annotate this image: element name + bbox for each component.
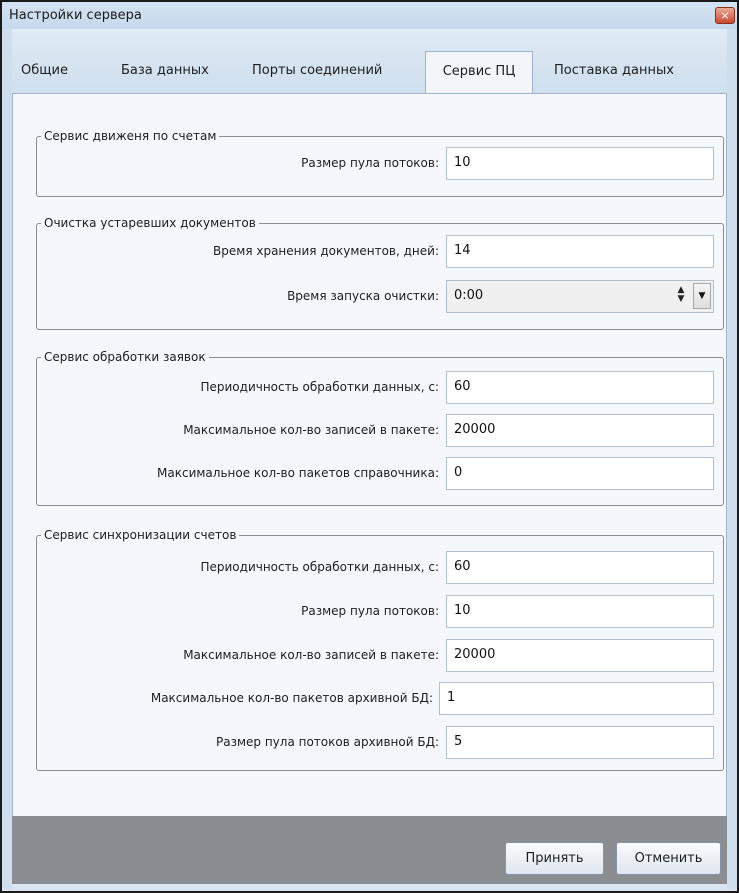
max-records-input[interactable]: 20000	[446, 414, 714, 447]
cleanup-start-time-input[interactable]: 0:00 ▲ ▼ ▼	[446, 280, 714, 313]
group-cleanup: Очистка устаревших документов Время хран…	[36, 215, 724, 330]
period-label: Периодичность обработки данных, с:	[200, 560, 439, 574]
period-input[interactable]: 60	[446, 371, 714, 404]
max-records-input[interactable]: 20000	[446, 639, 714, 672]
tab-connection-ports[interactable]: Порты соединений	[252, 54, 382, 92]
max-packets-input[interactable]: 0	[446, 457, 714, 490]
group-requests: Сервис обработки заявок Периодичность об…	[36, 349, 724, 506]
cleanup-start-time-label: Время запуска очистки:	[287, 289, 439, 303]
period-label: Периодичность обработки данных, с:	[200, 380, 439, 394]
apply-button[interactable]: Принять	[505, 842, 604, 875]
close-icon[interactable]: ×	[715, 7, 735, 24]
archive-pool-size-input[interactable]: 5	[446, 726, 714, 759]
window-frame-left	[2, 29, 12, 889]
period-input[interactable]: 60	[446, 551, 714, 584]
cleanup-start-time-value: 0:00	[454, 288, 484, 303]
group-title: Сервис синхронизации счетов	[41, 527, 240, 543]
retention-days-label: Время хранения документов, дней:	[213, 244, 439, 258]
pool-size-label: Размер пула потоков:	[301, 156, 439, 170]
server-settings-dialog: Настройки сервера × Общие База данных По…	[0, 0, 739, 893]
window-title: Настройки сервера	[9, 8, 142, 23]
tab-strip: Общие База данных Порты соединений Серви…	[12, 29, 727, 93]
pool-size-label: Размер пула потоков:	[301, 604, 439, 618]
tab-data-supply[interactable]: Поставка данных	[554, 54, 674, 92]
window-frame-right	[727, 29, 737, 889]
group-title: Очистка устаревших документов	[41, 215, 259, 231]
max-archive-packets-input[interactable]: 1	[439, 682, 714, 715]
archive-pool-size-label: Размер пула потоков архивной БД:	[215, 735, 439, 749]
tab-database[interactable]: База данных	[121, 54, 209, 92]
cancel-button[interactable]: Отменить	[616, 842, 721, 875]
group-title: Сервис обработки заявок	[41, 349, 209, 365]
dialog-button-bar: Принять Отменить	[12, 816, 727, 884]
pool-size-input[interactable]: 10	[446, 147, 714, 180]
title-bar[interactable]: Настройки сервера ×	[2, 2, 737, 30]
tab-pc-service[interactable]: Сервис ПЦ	[425, 51, 533, 93]
spin-updown-icon[interactable]: ▲ ▼	[675, 286, 687, 306]
pool-size-input[interactable]: 10	[446, 595, 714, 628]
retention-days-input[interactable]: 14	[446, 235, 714, 268]
max-records-label: Максимальное кол-во записей в пакете:	[183, 648, 439, 662]
group-sync: Сервис синхронизации счетов Периодичност…	[36, 527, 724, 771]
group-accounts-movement: Сервис движеня по счетам Размер пула пот…	[36, 128, 724, 197]
chevron-down-icon[interactable]: ▼	[693, 283, 711, 309]
max-records-label: Максимальное кол-во записей в пакете:	[183, 423, 439, 437]
tab-content-panel: Сервис движеня по счетам Размер пула пот…	[12, 93, 727, 817]
max-archive-packets-label: Максимальное кол-во пакетов архивной БД:	[150, 691, 433, 705]
max-packets-label: Максимальное кол-во пакетов справочника:	[157, 466, 439, 480]
tab-general[interactable]: Общие	[21, 54, 68, 92]
group-title: Сервис движеня по счетам	[41, 128, 220, 144]
